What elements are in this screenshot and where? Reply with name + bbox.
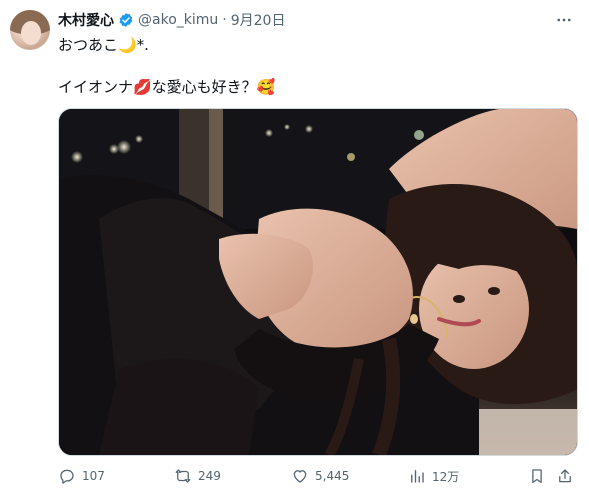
tweet-text-line-2: イイオンナ💋な愛心も好き？🥰 bbox=[58, 78, 276, 96]
tweet-header: 木村愛心 @ako_kimu · 9月20日 bbox=[58, 10, 285, 30]
views-icon bbox=[411, 470, 424, 483]
tweet-date[interactable]: 9月20日 bbox=[231, 10, 286, 30]
tweet-text-line-1: おつあこ🌙*. bbox=[58, 36, 149, 54]
avatar-face bbox=[21, 21, 41, 45]
tweet-photo[interactable] bbox=[58, 108, 578, 456]
tweet-actions: 107 249 5,445 12万 bbox=[58, 465, 576, 487]
photo-illustration bbox=[59, 109, 577, 455]
author-name[interactable]: 木村愛心 bbox=[58, 10, 114, 30]
more-icon[interactable] bbox=[553, 11, 575, 29]
bookmark-button[interactable] bbox=[528, 465, 546, 487]
reply-icon bbox=[60, 469, 74, 484]
retweet-icon bbox=[175, 469, 191, 483]
share-button[interactable] bbox=[556, 465, 574, 487]
separator-dot: · bbox=[222, 12, 227, 28]
share-icon bbox=[559, 469, 571, 483]
author-handle[interactable]: @ako_kimu bbox=[138, 12, 218, 28]
retweet-button[interactable]: 249 bbox=[174, 465, 221, 487]
reply-button[interactable]: 107 bbox=[58, 465, 105, 487]
view-count: 12万 bbox=[432, 469, 460, 484]
like-button[interactable]: 5,445 bbox=[291, 465, 349, 487]
reply-count: 107 bbox=[82, 469, 105, 483]
bookmark-icon bbox=[532, 469, 542, 484]
verified-badge-icon bbox=[119, 13, 133, 27]
heart-icon bbox=[293, 470, 307, 483]
retweet-count: 249 bbox=[198, 469, 221, 483]
avatar[interactable] bbox=[10, 10, 50, 50]
like-count: 5,445 bbox=[315, 469, 350, 483]
views-button[interactable]: 12万 bbox=[408, 465, 459, 487]
